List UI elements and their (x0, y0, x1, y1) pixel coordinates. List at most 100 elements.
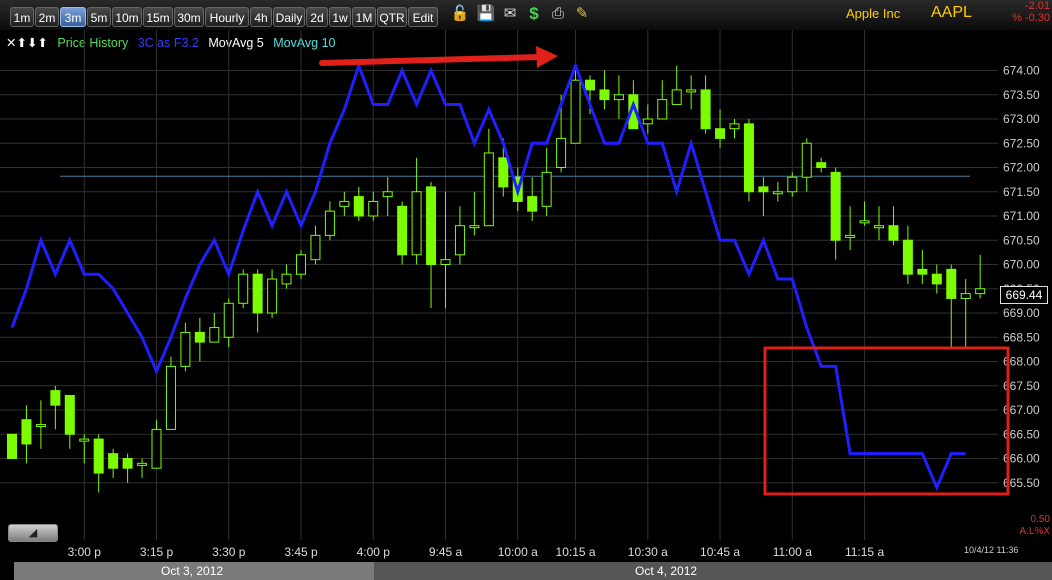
last-price-tag: 669.44 (1000, 286, 1048, 304)
candle-body-down (21, 419, 32, 445)
mail-icon[interactable]: ✉ (500, 4, 520, 24)
company-name: Apple Inc (846, 6, 901, 21)
x-tick-label: 11:00 a (773, 545, 812, 559)
candle (21, 405, 32, 464)
lock-icon[interactable]: 🔓 (450, 4, 470, 24)
candle (310, 225, 321, 265)
candle (281, 264, 292, 289)
dollar-icon[interactable]: $ (524, 4, 544, 24)
candle (888, 206, 899, 246)
candle (64, 394, 75, 449)
candle (729, 119, 740, 139)
timeframe-2m-button[interactable]: 2m (35, 7, 59, 27)
candle (411, 157, 422, 265)
candle (613, 75, 624, 119)
candle-body-down (931, 273, 942, 285)
print-icon[interactable]: ⎙ (548, 4, 568, 24)
x-tick-label: 9:45 a (429, 545, 463, 559)
candle-body-up (657, 99, 668, 120)
candle (296, 249, 306, 280)
candle-body-up (787, 176, 798, 193)
candle (339, 191, 350, 216)
candle-body-up (975, 288, 986, 295)
candle-body-down (599, 89, 610, 101)
candle-body-down (93, 438, 104, 474)
candle (151, 419, 162, 469)
candle-body-up (223, 302, 234, 338)
date-bar[interactable]: Oct 3, 2012 Oct 4, 2012 (14, 562, 1052, 580)
candle-body-down (830, 171, 841, 241)
arrow-head (536, 46, 558, 68)
y-tick-label: 669.00 (1003, 306, 1040, 320)
timeframe-30m-button[interactable]: 30m (174, 7, 204, 27)
candle-body-down (946, 268, 957, 299)
candle (845, 206, 856, 250)
scroll-handle[interactable]: ◢ (8, 524, 58, 542)
candle-body-up (151, 428, 162, 469)
date-label-2: Oct 4, 2012 (635, 564, 698, 578)
timeframe-2d-button[interactable]: 2d (306, 7, 328, 27)
candle-body-down (50, 390, 61, 406)
x-tick-label: 10:15 a (556, 545, 596, 559)
candle-body-down (353, 196, 364, 217)
candle-body-up (209, 327, 220, 343)
bottom-right-value: 0.50 (1030, 514, 1050, 525)
candle-body-up (339, 200, 350, 207)
x-tick-label: 3:45 p (284, 545, 318, 559)
timeframe-edit-button[interactable]: Edit (408, 7, 438, 27)
timeframe-1m-button[interactable]: 1m (10, 7, 34, 27)
candle (35, 400, 46, 449)
candle-body-up (281, 273, 292, 285)
x-tick-label: 3:15 p (140, 545, 174, 559)
candle (801, 138, 812, 192)
candle (642, 104, 653, 134)
candle (975, 254, 986, 299)
timeframe-10m-button[interactable]: 10m (112, 7, 142, 27)
candle (137, 458, 148, 478)
candle (454, 206, 465, 265)
candle-body-down (498, 157, 509, 188)
y-tick-label: 668.50 (1003, 330, 1040, 344)
candle (758, 177, 769, 216)
x-tick-label: 11:15 a (845, 545, 884, 559)
candle (180, 322, 191, 372)
candle-body-up (310, 234, 321, 261)
candle-body-up (960, 293, 971, 299)
candle-body-down (743, 123, 754, 193)
candle (902, 225, 913, 284)
flag-x[interactable]: X (1043, 526, 1050, 537)
price-change: -2.01 % -0.30 (1012, 0, 1050, 24)
y-tick-label: 672.50 (1003, 136, 1040, 150)
candle-body-up (35, 424, 46, 428)
candle (252, 269, 263, 333)
candle (469, 191, 480, 236)
date-label-1: Oct 3, 2012 (161, 564, 224, 578)
change-percent: % -0.30 (1012, 12, 1050, 24)
timeframe-1m-button[interactable]: 1M (352, 7, 376, 27)
candle-body-up (801, 142, 812, 178)
candle-body-up (469, 225, 480, 229)
candle (238, 269, 249, 309)
flag-pct[interactable]: % (1034, 526, 1043, 537)
save-icon[interactable]: 💾 (476, 4, 496, 24)
candle (267, 269, 278, 318)
timeframe-qtr-button[interactable]: QTR (377, 7, 407, 27)
candle (397, 201, 408, 265)
timeframe-5m-button[interactable]: 5m (87, 7, 111, 27)
ticker-symbol[interactable]: AAPL (931, 4, 972, 22)
timeframe-15m-button[interactable]: 15m (143, 7, 173, 27)
timeframe-hourly-button[interactable]: Hourly (205, 7, 249, 27)
candle (368, 191, 379, 221)
candle (816, 157, 827, 173)
candle-body-up (180, 331, 191, 367)
change-value: -2.01 (1024, 0, 1050, 12)
candle-body-down (7, 433, 17, 459)
timeframe-1w-button[interactable]: 1w (329, 7, 351, 27)
x-tick-label: 4:00 p (357, 545, 391, 559)
arrow-shaft (319, 54, 543, 66)
pencil-icon[interactable]: ✎ (572, 4, 592, 24)
timeframe-4h-button[interactable]: 4h (250, 7, 272, 27)
timeframe-3m-button[interactable]: 3m (60, 7, 86, 27)
candle-body-down (758, 186, 769, 193)
timeframe-daily-button[interactable]: Daily (273, 7, 305, 27)
